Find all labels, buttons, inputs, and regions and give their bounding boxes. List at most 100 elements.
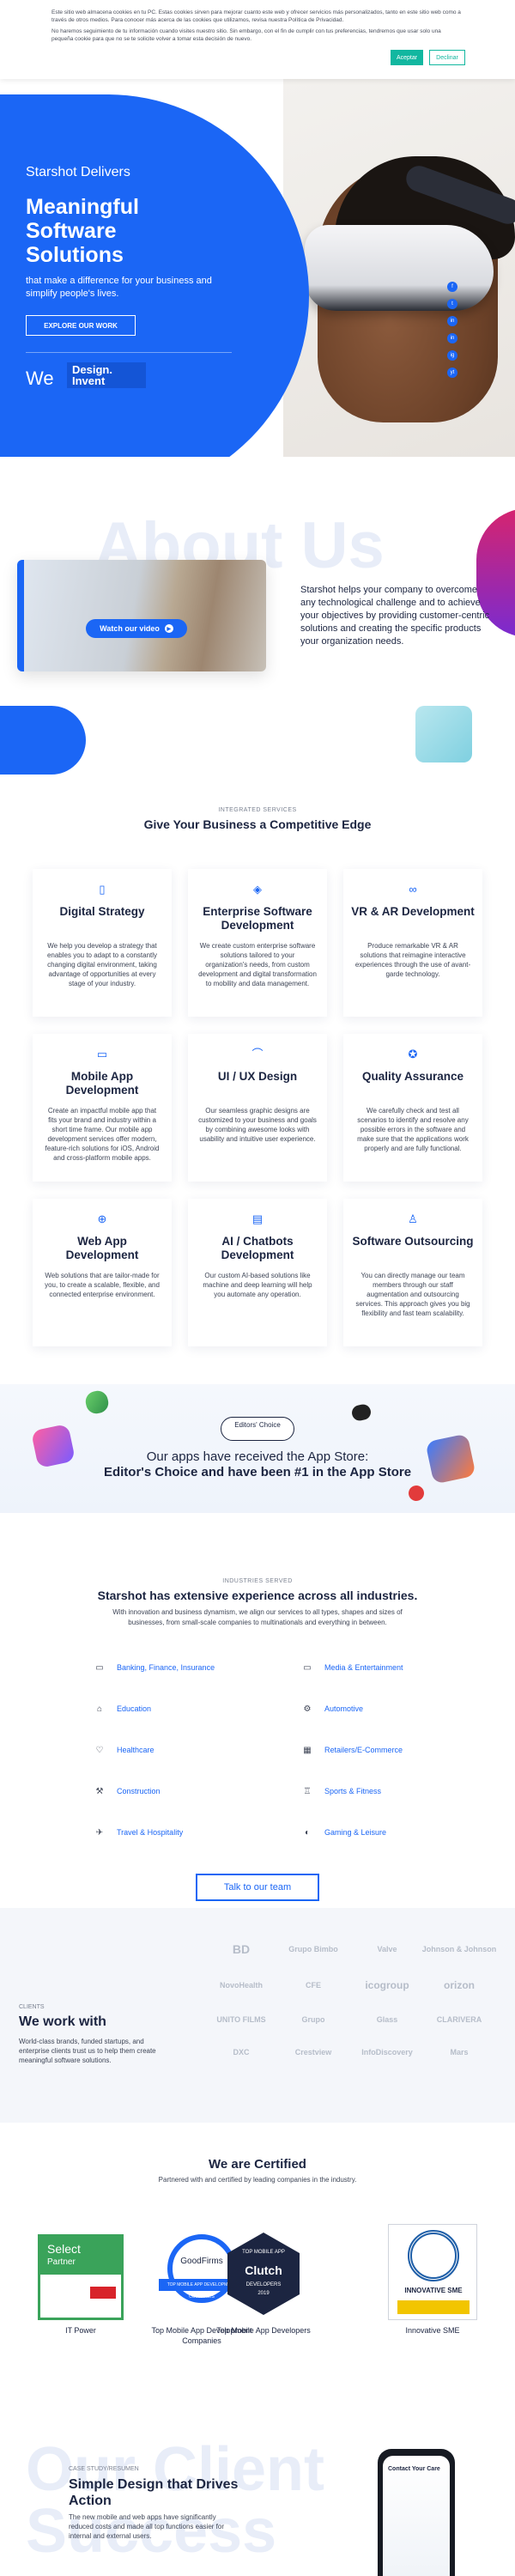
client-logo: Valve [377, 1945, 397, 1953]
service-description: Web solutions that are tailor-made for y… [45, 1272, 160, 1298]
industries-intro: With innovation and business dynamism, w… [112, 1608, 403, 1626]
industry-education[interactable]: ⌂ Education [94, 1702, 151, 1716]
cert-label: Top Mobile App Developers [216, 2326, 311, 2335]
industry-retail[interactable]: ▦ Retailers/E-Commerce [302, 1743, 403, 1757]
industry-banking[interactable]: ▭ Banking, Finance, Insurance [94, 1661, 215, 1674]
client-logo: DXC [233, 2048, 250, 2057]
badge-name: Clutch [245, 2263, 282, 2277]
watch-video-button[interactable]: Watch our video ▶ [86, 619, 187, 638]
badge-top-text: TOP MOBILE APP [242, 2250, 285, 2255]
plane-icon: ✈ [95, 1827, 104, 1838]
watch-video-label: Watch our video [100, 624, 160, 633]
decline-cookies-button[interactable]: Declinar [429, 50, 465, 65]
service-card-quality-assurance[interactable]: ✪ Quality Assurance We carefully check a… [343, 1034, 482, 1182]
service-card-enterprise-software[interactable]: ◈ Enterprise Software Development We cre… [188, 869, 327, 1017]
service-description: Our seamless graphic designs are customi… [198, 1107, 317, 1143]
client-logo: BD [232, 1942, 251, 1956]
industry-healthcare[interactable]: ♡ Healthcare [94, 1743, 154, 1757]
clients-description: World-class brands, funded startups, and… [19, 2038, 156, 2064]
service-card-ai-chatbots[interactable]: ▤ AI / Chatbots Development Our custom A… [188, 1199, 327, 1346]
app-icon-red [407, 1484, 426, 1503]
cases-title: Simple Design that Drives Action [69, 2477, 239, 2508]
badge-top-text: Select [47, 2242, 81, 2256]
monitor-icon: ▭ [303, 1662, 312, 1673]
service-title: UI / UX Design [217, 1070, 298, 1083]
store-icon: ▦ [303, 1745, 312, 1755]
globe-icon: ⊕ [97, 1212, 107, 1225]
client-logo: InfoDiscovery [361, 2048, 413, 2057]
industry-media[interactable]: ▭ Media & Entertainment [302, 1661, 403, 1674]
service-title: Mobile App Development [65, 1070, 139, 1097]
client-logo: CFE [306, 1981, 321, 1990]
accept-cookies-button[interactable]: Aceptar [391, 50, 423, 65]
client-logo: Mars [450, 2048, 469, 2057]
industry-construction[interactable]: ⚒ Construction [94, 1784, 161, 1798]
service-card-digital-strategy[interactable]: ▯ Digital Strategy We help you develop a… [33, 869, 172, 1017]
hero-title: Meaningful Software Solutions [26, 195, 139, 267]
client-logo: icogroup [365, 1979, 409, 1991]
client-logo: CLARIVERA [436, 2015, 482, 2024]
client-logo: Grupo Bimbo [288, 1945, 338, 1953]
talk-to-our-team-button[interactable]: Talk to our team [196, 1874, 319, 1901]
service-card-vr-ar[interactable]: ∞ VR & AR Development Produce remarkable… [343, 869, 482, 1017]
client-logo: NovoHealth [219, 1981, 263, 1990]
client-logo: Johnson & Johnson [421, 1945, 497, 1953]
app-icon-dark [350, 1402, 373, 1423]
badge-name: INNOVATIVE SME [404, 2287, 463, 2294]
service-card-ui-ux[interactable]: ⌒ UI / UX Design Our seamless graphic de… [188, 1034, 327, 1182]
team-icon: ♙ [408, 1212, 418, 1225]
service-card-web-app[interactable]: ⊕ Web App Development Web solutions that… [33, 1199, 172, 1346]
client-logo: Glass [376, 2015, 398, 2024]
certified-subtitle: Partnered with and certified by leading … [158, 2176, 357, 2184]
service-card-mobile-app[interactable]: ▭ Mobile App Development Create an impac… [33, 1034, 172, 1182]
cases-description: The new mobile and web apps have signifi… [69, 2513, 224, 2540]
twitter-icon[interactable]: t [447, 299, 457, 309]
appstore-line2: Editor's Choice and have been #1 in the … [103, 1465, 412, 1479]
appstore-section: Editors' Choice Our apps have received t… [0, 1384, 515, 1513]
case-studies-section: Our Client Success CASE STUDY/RESUMEN Si… [0, 2397, 515, 2576]
industry-sports[interactable]: ♖ Sports & Fitness [302, 1784, 382, 1798]
service-description: Our custom AI-based solutions like machi… [203, 1272, 312, 1298]
service-description: Create an impactful mobile app that fits… [45, 1107, 160, 1162]
play-icon: ▶ [164, 624, 173, 633]
video-thumbnail [24, 560, 266, 671]
linkedin-alt-icon[interactable]: in [447, 333, 457, 343]
phone-screen [383, 2456, 450, 2576]
facebook-icon[interactable]: f [447, 282, 457, 292]
industry-label: Healthcare [117, 1746, 154, 1754]
certified-title: We are Certified [209, 2157, 306, 2172]
industry-label: Sports & Fitness [324, 1787, 382, 1795]
explore-our-work-button[interactable]: EXPLORE OUR WORK [26, 315, 136, 336]
service-description: We carefully check and test all scenario… [357, 1107, 469, 1152]
appstore-line1: Our apps have received the App Store: [146, 1449, 369, 1464]
cookie-text: Este sitio web almacena cookies en tu PC… [52, 9, 461, 23]
gamepad-icon: ◐ [304, 1827, 311, 1838]
service-description: We help you develop a strategy that enab… [46, 942, 158, 987]
award-icon: ✪ [408, 1048, 418, 1060]
services-kicker: INTEGRATED SERVICES [218, 807, 297, 813]
video-card[interactable] [17, 560, 266, 671]
clients-kicker: CLIENTS [19, 2004, 45, 2010]
service-description: You can directly manage our team members… [355, 1272, 470, 1317]
about-decor-blob [0, 706, 86, 775]
hammer-icon: ⚒ [95, 1786, 104, 1796]
industry-travel[interactable]: ✈ Travel & Hospitality [94, 1826, 183, 1839]
linkedin-icon[interactable]: in [447, 316, 457, 326]
service-card-outsourcing[interactable]: ♙ Software Outsourcing You can directly … [343, 1199, 482, 1346]
innovative-sme-badge: INNOVATIVE SME [388, 2224, 477, 2320]
vr-headset [305, 225, 494, 311]
gear-icon: ⚙ [303, 1704, 312, 1714]
client-logo: UNITO FILMS [216, 2015, 266, 2024]
industry-label: Banking, Finance, Insurance [117, 1663, 215, 1672]
cert-label: Innovative SME [405, 2326, 460, 2335]
hero-divider [26, 352, 232, 353]
instagram-icon[interactable]: ig [447, 350, 457, 361]
industry-label: Construction [117, 1787, 161, 1795]
industry-label: Retailers/E-Commerce [324, 1746, 403, 1754]
youtube-icon[interactable]: yt [447, 368, 457, 378]
video-card-edge [17, 560, 24, 671]
service-description: We create custom enterprise software sol… [198, 942, 317, 987]
hero-rotating-word: Design. Invent [67, 362, 146, 388]
industry-automotive[interactable]: ⚙ Automotive [302, 1702, 364, 1716]
industry-gaming[interactable]: ◐ Gaming & Leisure [302, 1826, 386, 1839]
